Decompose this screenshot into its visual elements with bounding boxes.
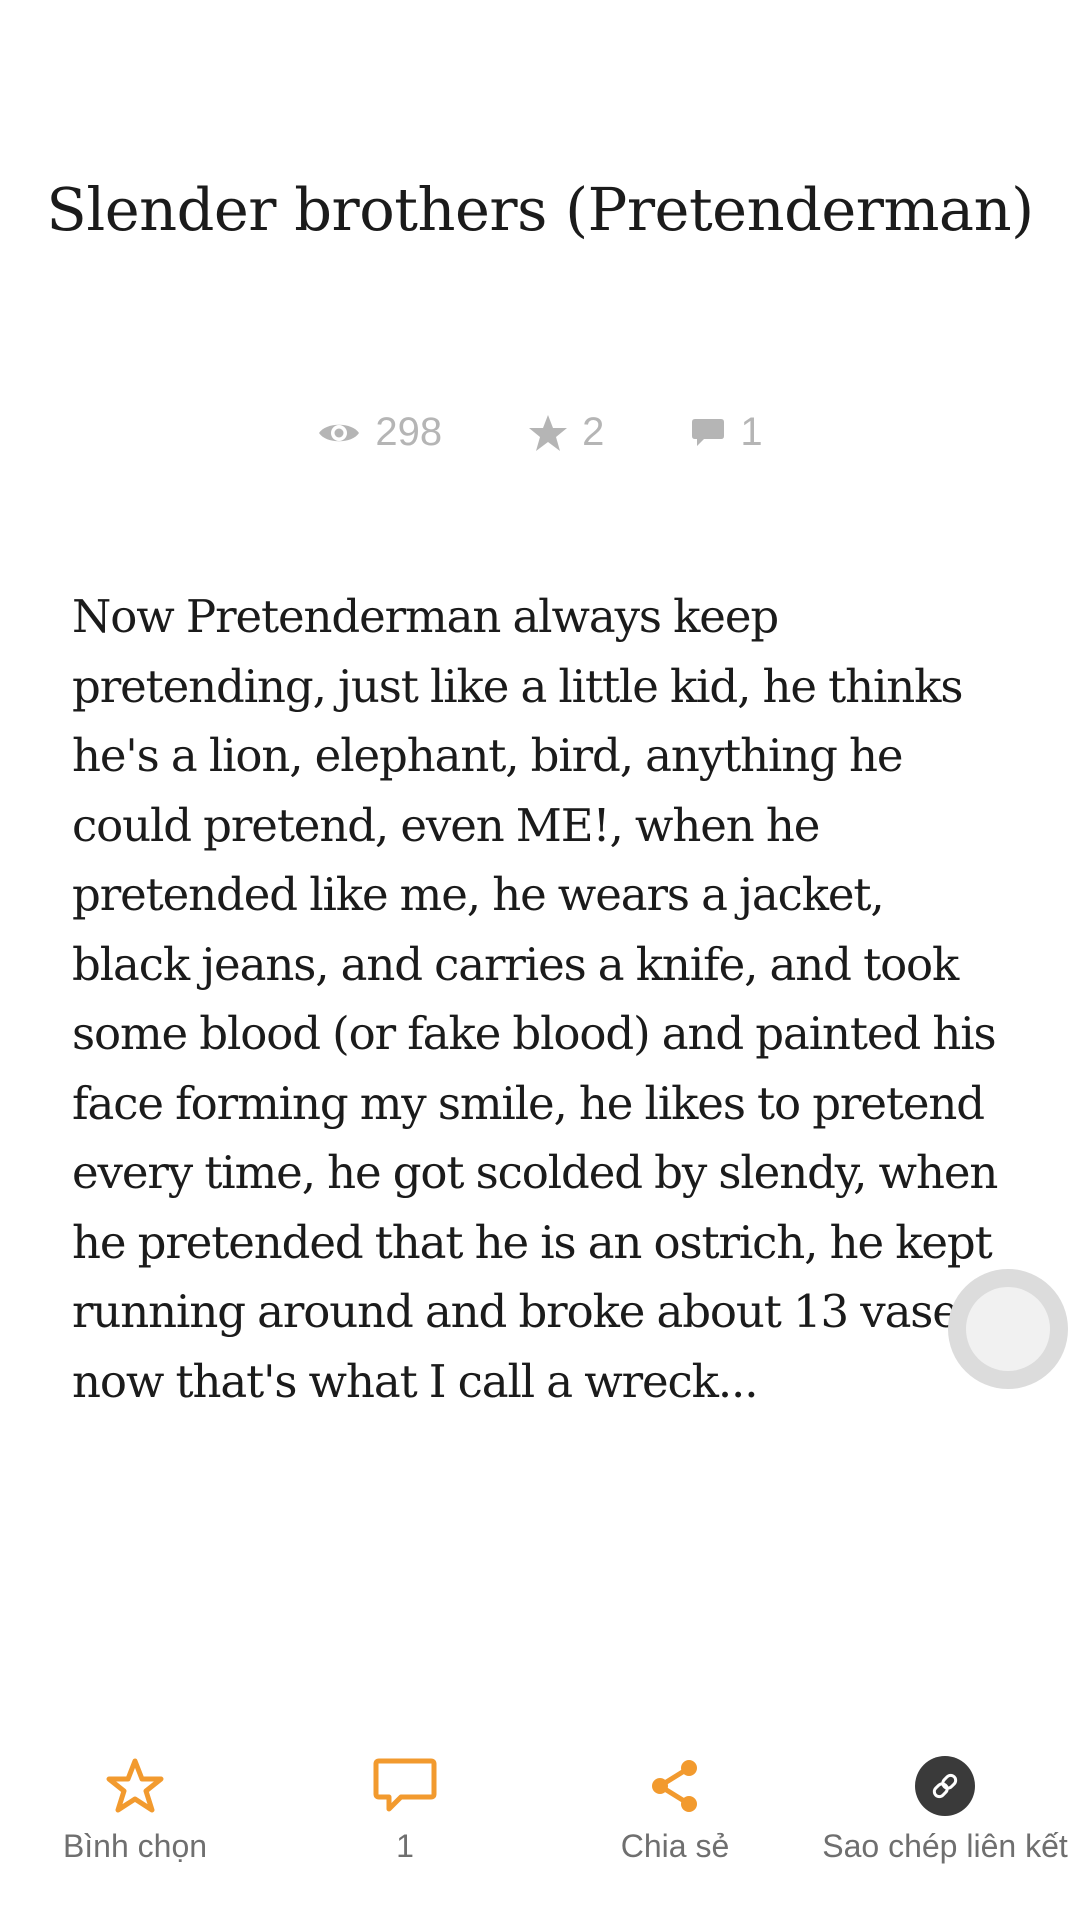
story-paragraph: Now Pretenderman always keep pretending,… — [72, 590, 998, 1408]
bottom-action-bar: Bình chọn 1 Chia sẻ Sao chép liên kết — [0, 1750, 1080, 1900]
comment-icon — [690, 415, 726, 451]
star-icon — [528, 414, 568, 452]
floating-assistive-button[interactable] — [948, 1269, 1068, 1389]
share-label: Chia sẻ — [620, 1828, 730, 1864]
vote-label: Bình chọn — [62, 1828, 208, 1864]
copy-link-button[interactable]: Sao chép liên kết — [810, 1750, 1080, 1865]
copy-link-icon-wrap — [915, 1750, 975, 1822]
reader-page: Slender brothers (Pretenderman) 298 2 1 … — [0, 0, 1080, 1920]
share-icon — [645, 1750, 705, 1822]
views-stat: 298 — [317, 410, 442, 455]
comments-count: 1 — [740, 410, 763, 454]
copy-link-label: Sao chép liên kết — [822, 1828, 1068, 1864]
star-outline-icon — [104, 1750, 166, 1822]
comments-stat: 1 — [690, 410, 763, 455]
story-stats: 298 2 1 — [0, 410, 1080, 455]
views-count: 298 — [375, 410, 443, 454]
floating-button-core — [966, 1287, 1050, 1371]
comment-button[interactable]: 1 — [270, 1750, 540, 1865]
link-icon — [915, 1756, 975, 1816]
comment-outline-icon — [373, 1750, 437, 1822]
story-title: Slender brothers (Pretenderman) — [46, 175, 1034, 244]
comment-count: 1 — [396, 1828, 414, 1864]
votes-stat: 2 — [528, 410, 604, 455]
share-button[interactable]: Chia sẻ — [540, 1750, 810, 1865]
vote-button[interactable]: Bình chọn — [0, 1750, 270, 1865]
story-body: Now Pretenderman always keep pretending,… — [72, 582, 1002, 1416]
eye-icon — [317, 418, 361, 448]
votes-count: 2 — [582, 410, 605, 454]
